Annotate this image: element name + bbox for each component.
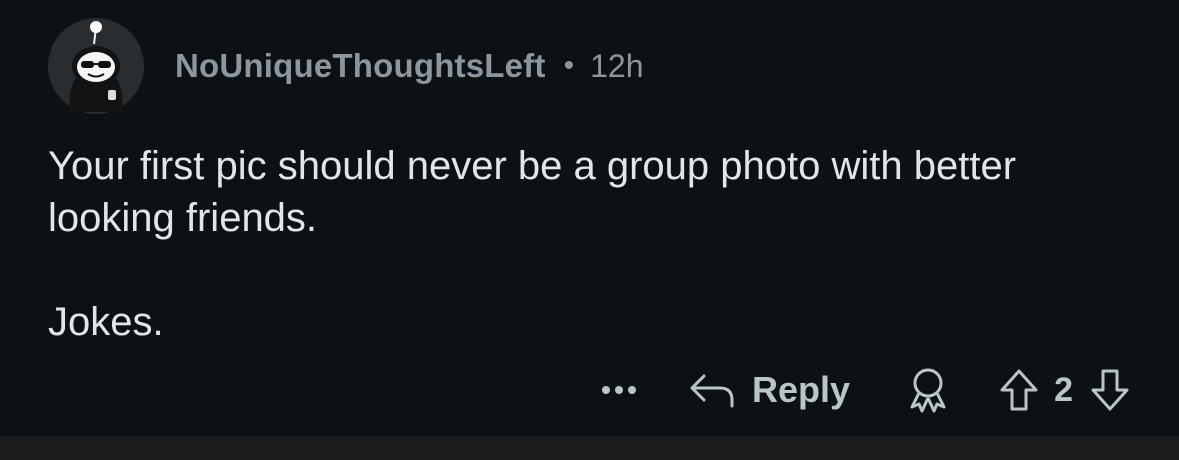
snoo-avatar-icon bbox=[48, 18, 144, 114]
comment-body: Your first pic should never be a group p… bbox=[48, 140, 1128, 348]
vote-score: 2 bbox=[1054, 370, 1073, 409]
more-options-icon bbox=[602, 386, 611, 394]
upvote-arrow-icon bbox=[1000, 369, 1038, 411]
separator-dot: • bbox=[563, 49, 575, 82]
comment-header: NoUniqueThoughtsLeft • 12h bbox=[175, 44, 644, 88]
upvote-button[interactable] bbox=[998, 368, 1040, 412]
award-icon bbox=[910, 368, 946, 413]
comment-actions: Reply 2 bbox=[602, 360, 1131, 420]
next-item-edge bbox=[0, 436, 1179, 460]
vote-controls: 2 bbox=[998, 368, 1131, 412]
comment-paragraph: Jokes. bbox=[48, 300, 164, 344]
reply-label: Reply bbox=[752, 369, 851, 410]
reply-button[interactable]: Reply bbox=[688, 369, 850, 411]
award-button[interactable] bbox=[906, 367, 950, 413]
more-options-button[interactable] bbox=[602, 370, 637, 410]
user-avatar[interactable] bbox=[48, 18, 144, 114]
timestamp: 12h bbox=[590, 47, 644, 84]
reply-arrow-icon bbox=[690, 374, 734, 408]
more-dot bbox=[628, 386, 637, 394]
comment-paragraph: Your first pic should never be a group p… bbox=[48, 144, 1017, 240]
downvote-button[interactable] bbox=[1089, 368, 1131, 412]
more-dot bbox=[615, 386, 624, 394]
comment-card: NoUniqueThoughtsLeft • 12h Your first pi… bbox=[0, 0, 1179, 436]
username-link[interactable]: NoUniqueThoughtsLeft bbox=[175, 47, 546, 85]
downvote-arrow-icon bbox=[1091, 369, 1129, 411]
